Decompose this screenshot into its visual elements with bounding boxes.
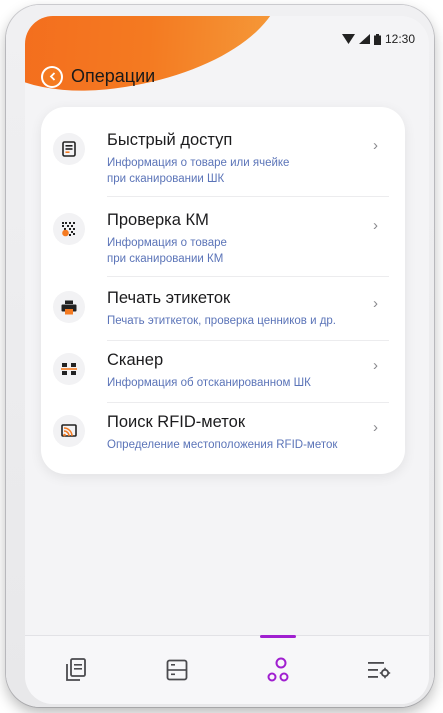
tab-documents[interactable] bbox=[25, 636, 126, 704]
device-frame: 12:30 Операции Быстрый доступ Информация… bbox=[6, 5, 434, 707]
menu-item-label-print[interactable]: Печать этикеток Печать этиткеток, провер… bbox=[41, 277, 405, 341]
chevron-right-icon: › bbox=[373, 295, 378, 312]
menu-item-subtitle: Информация о товаре или ячейке bbox=[107, 157, 290, 169]
chevron-right-icon: › bbox=[373, 357, 378, 374]
menu-item-quick-access[interactable]: Быстрый доступ Информация о товаре или я… bbox=[41, 117, 405, 197]
operations-card: Быстрый доступ Информация о товаре или я… bbox=[41, 107, 405, 474]
operations-icon bbox=[267, 657, 288, 682]
chevron-right-icon: › bbox=[373, 137, 378, 154]
scanner-icon bbox=[53, 353, 85, 385]
menu-item-subtitle: Печать этиткеток, проверка ценников и др… bbox=[107, 315, 336, 327]
documents-icon bbox=[65, 658, 86, 681]
tab-operations[interactable] bbox=[227, 635, 328, 704]
menu-item-label: Поиск RFID-меток bbox=[107, 413, 246, 431]
tab-settings[interactable] bbox=[328, 636, 429, 704]
menu-item-label: Проверка КМ bbox=[107, 211, 209, 229]
settings-icon bbox=[367, 662, 390, 679]
menu-item-subtitle: Определение местоположения RFID-меток bbox=[107, 439, 338, 451]
bottom-tab-bar bbox=[25, 635, 429, 704]
menu-item-scanner[interactable]: Сканер Информация об отсканированном ШК … bbox=[41, 341, 405, 401]
menu-item-subtitle: при сканировании КМ bbox=[107, 253, 224, 265]
document-icon bbox=[53, 133, 85, 165]
page-title: Операции bbox=[71, 66, 156, 86]
rfid-icon bbox=[53, 415, 85, 447]
menu-item-label: Сканер bbox=[107, 351, 164, 369]
screen: 12:30 Операции Быстрый доступ Информация… bbox=[25, 16, 429, 704]
status-bar: 12:30 bbox=[341, 32, 415, 46]
printer-icon bbox=[53, 291, 85, 323]
chevron-right-icon: › bbox=[373, 217, 378, 234]
menu-item-km-check[interactable]: Проверка КМ Информация о товаре при скан… bbox=[41, 197, 405, 277]
status-time: 12:30 bbox=[384, 32, 415, 46]
datamatrix-icon bbox=[53, 213, 85, 245]
header: Операции bbox=[43, 66, 155, 87]
tab-storage[interactable] bbox=[126, 636, 227, 704]
storage-icon bbox=[166, 659, 187, 681]
chevron-left-icon bbox=[49, 72, 55, 81]
battery-icon bbox=[373, 33, 381, 45]
menu-item-subtitle: Информация о товаре bbox=[107, 237, 227, 249]
menu-item-label: Печать этикеток bbox=[107, 289, 231, 307]
menu-item-label: Быстрый доступ bbox=[107, 131, 233, 149]
header-decoration bbox=[25, 16, 292, 102]
menu-item-rfid-search[interactable]: Поиск RFID-меток Определение местоположе… bbox=[41, 403, 405, 465]
active-tab-indicator bbox=[260, 635, 296, 638]
chevron-right-icon: › bbox=[373, 419, 378, 436]
menu-item-subtitle: Информация об отсканированном ШК bbox=[107, 377, 311, 389]
menu-item-subtitle: при сканировании ШК bbox=[107, 173, 225, 185]
wifi-icon bbox=[341, 34, 355, 44]
signal-icon bbox=[358, 34, 370, 44]
back-button[interactable] bbox=[43, 67, 61, 86]
